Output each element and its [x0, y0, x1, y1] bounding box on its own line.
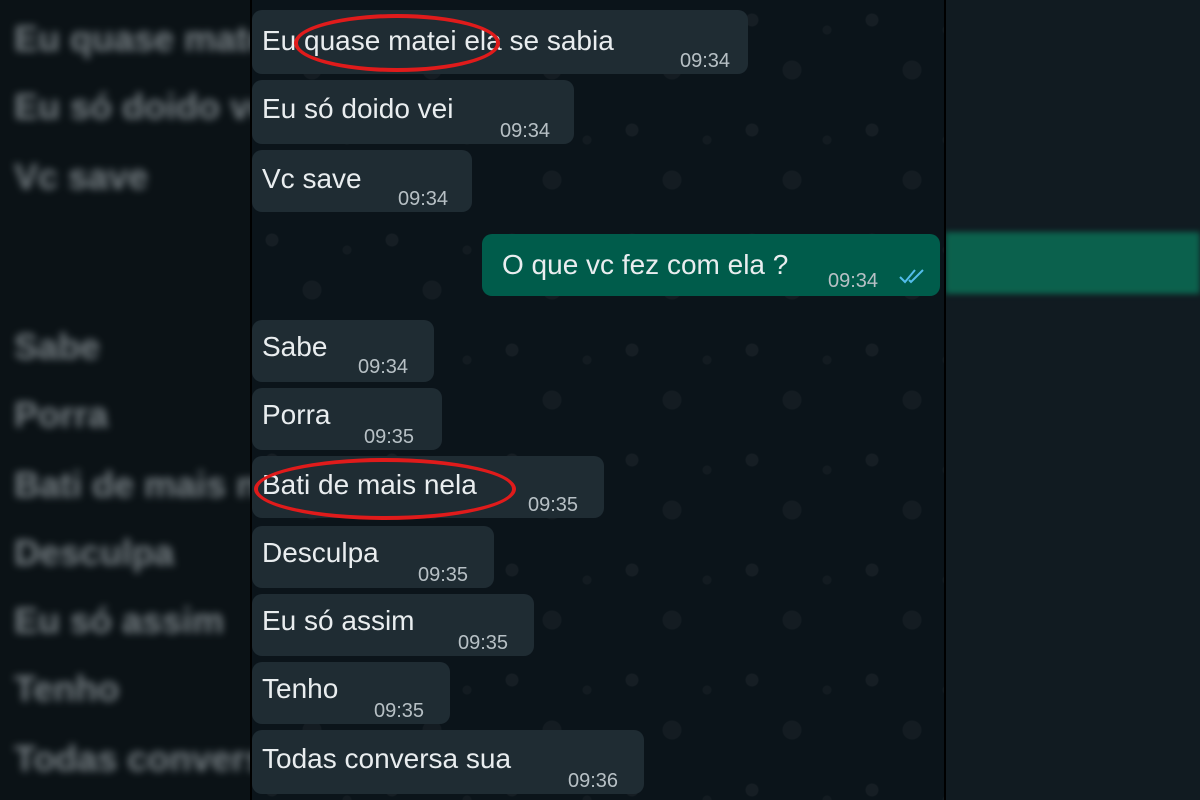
message-text: O que vc fez com ela ? — [502, 249, 789, 280]
message-time: 09:35 — [528, 494, 579, 516]
panel-divider — [944, 0, 946, 800]
message-bubble-incoming[interactable]: Vc save 09:34 — [252, 150, 472, 212]
message-time: 09:35 — [418, 564, 469, 586]
blurred-text: Porra — [14, 394, 109, 435]
blurred-left-panel: Eu quase matei ela se sabia Eu só doido … — [0, 0, 252, 800]
read-ticks-icon — [899, 269, 924, 284]
message-text: Sabe — [262, 331, 328, 362]
blurred-text: Eu só doido vei — [14, 86, 252, 127]
message-text: Todas conversa sua — [262, 743, 512, 774]
message-time: 09:34 — [680, 50, 731, 72]
message-time: 09:35 — [374, 700, 425, 722]
chat-panel[interactable]: Eu quase matei ela se sabia 09:34 Eu só … — [252, 0, 944, 800]
message-bubble-incoming[interactable]: Eu só assim 09:35 — [252, 594, 534, 656]
message-text: Eu só doido vei — [262, 93, 454, 124]
message-bubble-incoming[interactable]: Tenho 09:35 — [252, 662, 450, 724]
blurred-text: Sabe — [14, 326, 101, 367]
blurred-text: Eu só assim — [14, 600, 225, 641]
message-time: 09:36 — [568, 770, 619, 792]
message-time: 09:34 — [398, 188, 449, 210]
blurred-text: Vc save — [14, 156, 149, 197]
message-text: Tenho — [262, 673, 339, 704]
blurred-text: Desculpa — [14, 532, 175, 573]
message-bubble-incoming[interactable]: Eu só doido vei 09:34 — [252, 80, 574, 144]
message-bubble-incoming[interactable]: Todas conversa sua 09:36 — [252, 730, 644, 794]
message-bubble-incoming[interactable]: Porra 09:35 — [252, 388, 442, 450]
message-time: 09:34 — [358, 356, 409, 378]
message-bubble-outgoing[interactable]: O que vc fez com ela ? 09:34 — [482, 234, 940, 296]
message-time: 09:34 — [828, 270, 879, 292]
blurred-outgoing-bubble — [945, 232, 1200, 294]
blurred-text: Eu quase matei ela se sabia — [14, 18, 252, 59]
blurred-text: Tenho — [14, 668, 120, 709]
message-text: Vc save — [262, 163, 362, 194]
message-time: 09:34 — [500, 120, 551, 142]
highlight-circle — [254, 458, 516, 520]
message-time: 09:35 — [364, 426, 415, 448]
blurred-text: Bati de mais nela — [14, 464, 252, 505]
message-text: Desculpa — [262, 537, 379, 568]
highlight-circle — [294, 14, 500, 72]
message-time: 09:35 — [458, 632, 509, 654]
message-bubble-incoming[interactable]: Desculpa 09:35 — [252, 526, 494, 588]
blurred-right-panel — [945, 0, 1200, 800]
blurred-text: Todas conversa sua — [14, 738, 252, 779]
message-bubble-incoming[interactable]: Sabe 09:34 — [252, 320, 434, 382]
message-text: Eu só assim — [262, 605, 415, 636]
message-text: Porra — [262, 399, 331, 430]
